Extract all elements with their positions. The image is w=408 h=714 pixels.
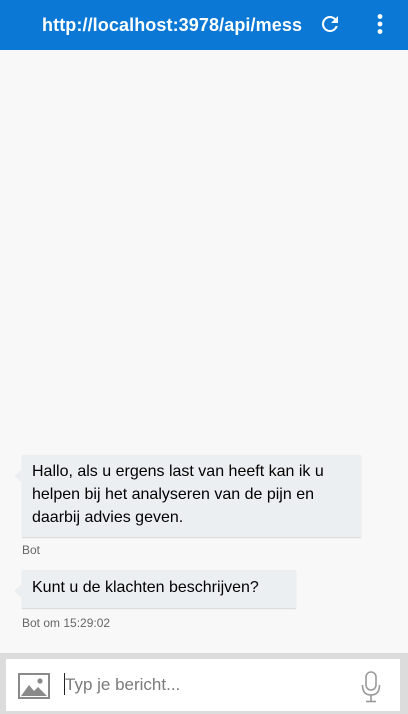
text-caret xyxy=(64,673,65,695)
chat-app: http://localhost:3978/api/mess Hallo, al… xyxy=(0,0,408,714)
composer-bar xyxy=(0,653,408,714)
upload-image-button[interactable] xyxy=(18,673,50,699)
image-upload-icon xyxy=(18,673,50,699)
message-meta: Bot xyxy=(22,543,41,557)
page-url: http://localhost:3978/api/mess xyxy=(42,15,303,35)
message-meta: Bot om 15:29:02 xyxy=(22,616,111,630)
bot-message: Kunt u de klachten beschrijven? xyxy=(14,570,296,608)
microphone-button[interactable] xyxy=(360,671,382,703)
message-list: Hallo, als u ergens last van heeft kan i… xyxy=(0,50,408,653)
refresh-icon xyxy=(321,15,338,32)
more-vertical-icon xyxy=(377,14,383,34)
message-input[interactable] xyxy=(62,671,342,699)
composer xyxy=(6,659,400,711)
refresh-button[interactable] xyxy=(318,12,342,36)
more-options-button[interactable] xyxy=(368,12,392,36)
microphone-icon xyxy=(361,671,381,703)
bot-message: Hallo, als u ergens last van heeft kan i… xyxy=(14,455,361,537)
title-bar: http://localhost:3978/api/mess xyxy=(0,0,408,50)
message-text: Hallo, als u ergens last van heeft kan i… xyxy=(32,463,324,526)
message-text: Kunt u de klachten beschrijven? xyxy=(32,579,259,596)
